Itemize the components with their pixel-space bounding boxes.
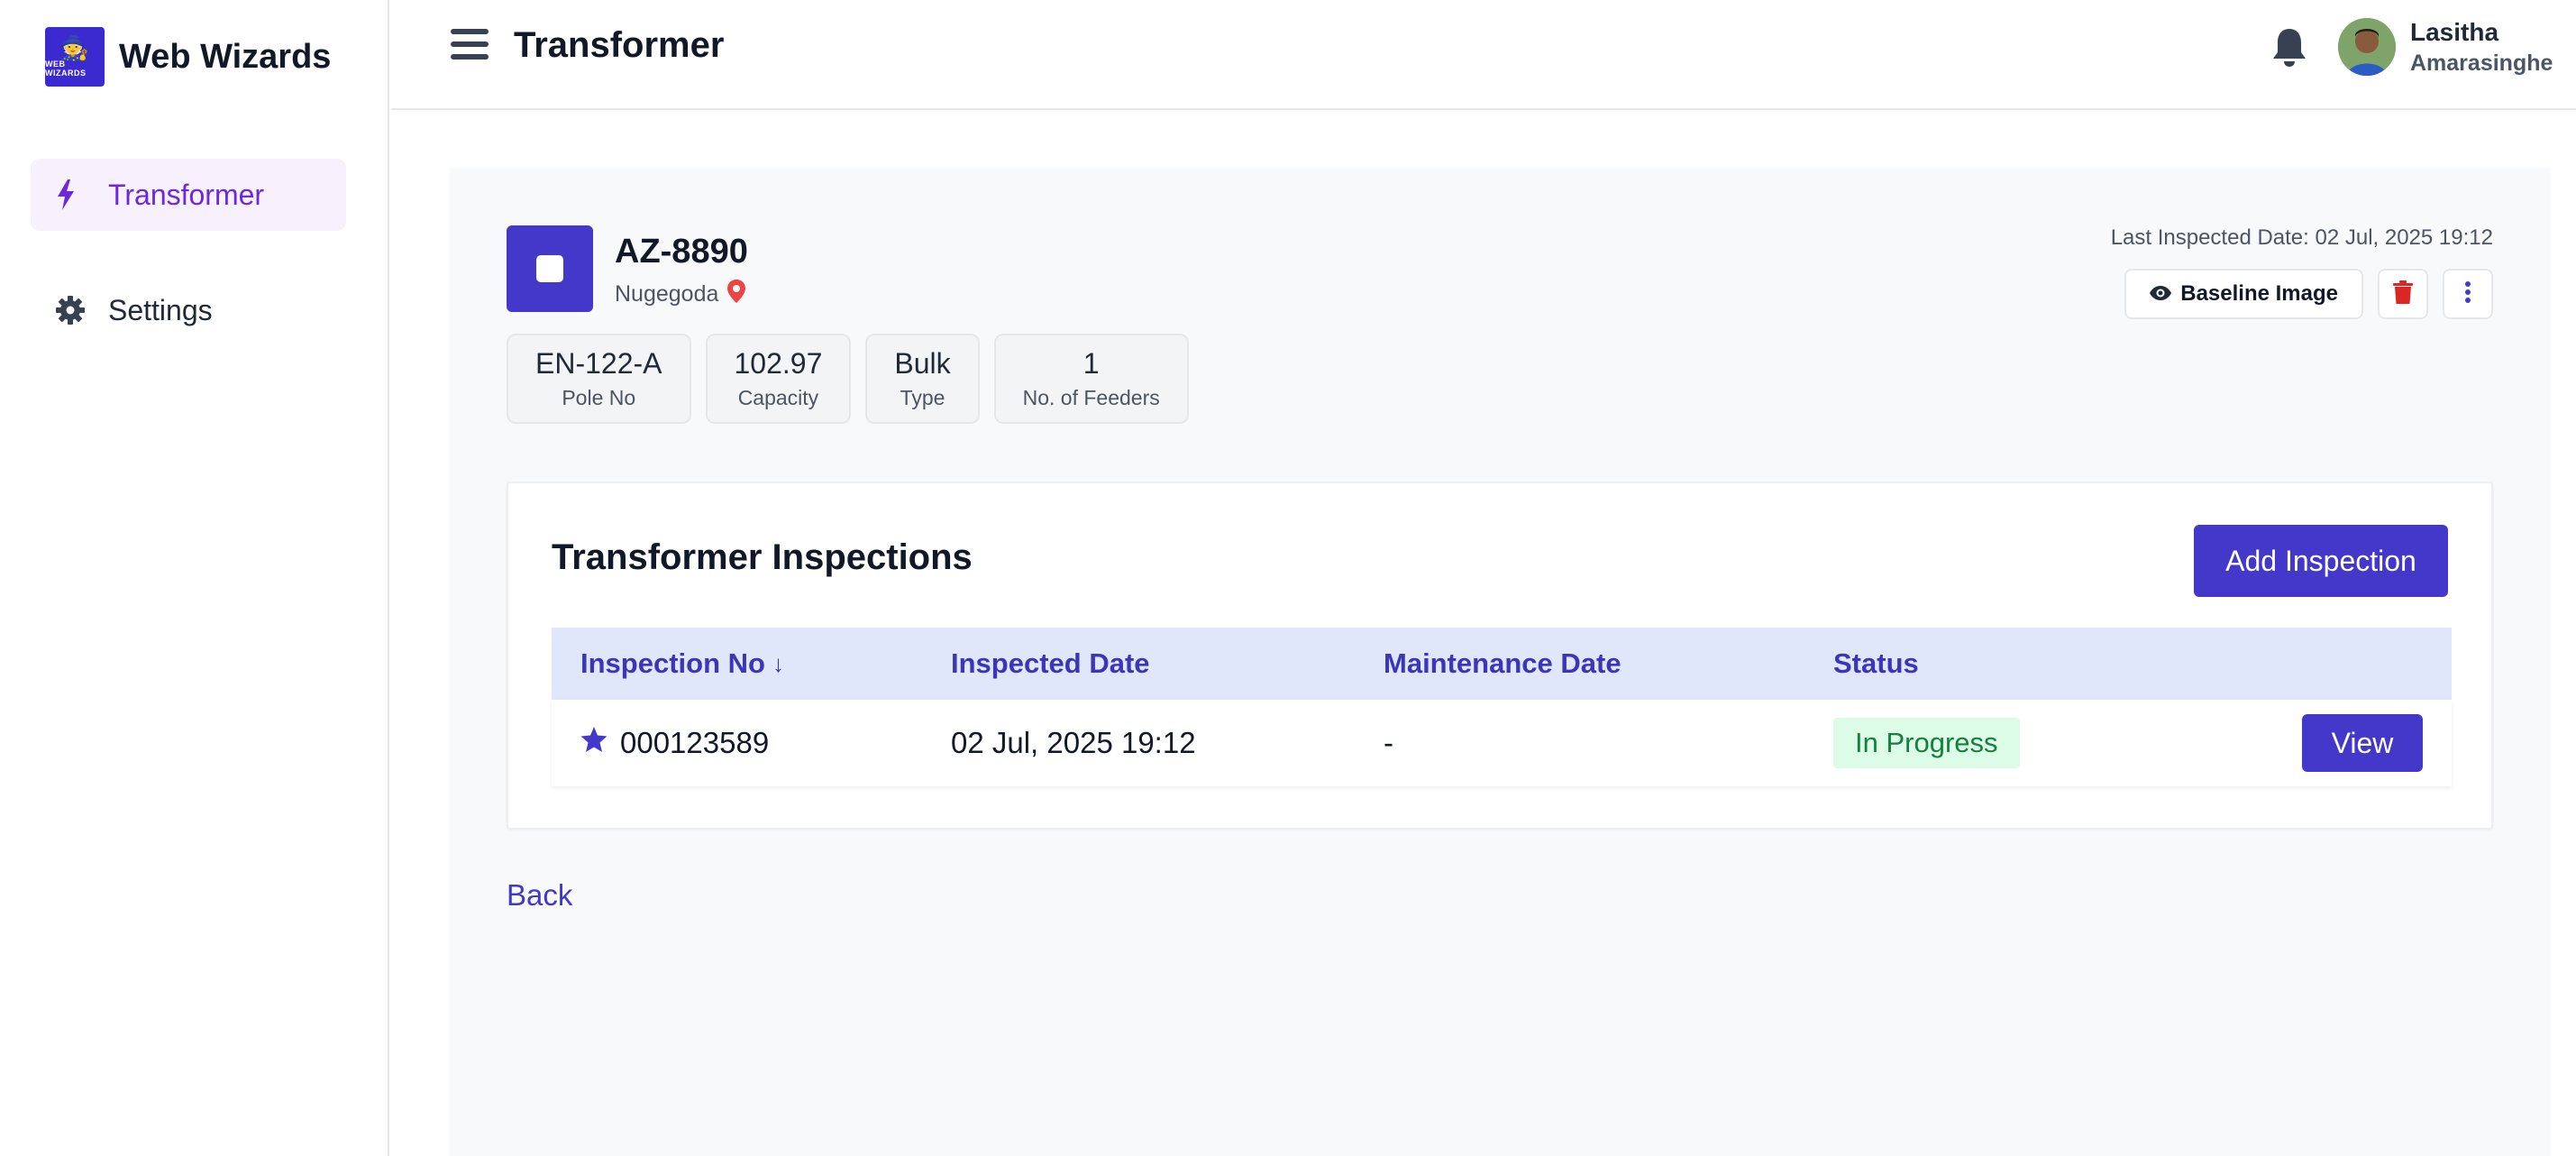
- bolt-icon: [56, 179, 88, 210]
- top-header: Transformer Lasitha Amarasinghe: [391, 0, 2576, 110]
- stat-label: Type: [900, 386, 945, 409]
- column-label: Inspection No: [580, 647, 765, 679]
- view-button[interactable]: View: [2302, 714, 2423, 772]
- status-badge: In Progress: [1833, 718, 2020, 768]
- stat-value: 1: [1082, 347, 1100, 380]
- transformer-stats: EN-122-A Pole No 102.97 Capacity Bulk Ty…: [507, 334, 1203, 424]
- sidebar-item-label: Settings: [108, 293, 213, 326]
- stat-value: EN-122-A: [535, 347, 662, 380]
- brand-name: Web Wizards: [119, 37, 332, 76]
- baseline-image-button[interactable]: Baseline Image: [2124, 269, 2363, 319]
- sidebar: 🧙 WEB WIZARDS Web Wizards Transformer Se…: [0, 0, 389, 1156]
- column-inspection-no[interactable]: Inspection No ↓: [552, 647, 951, 680]
- add-inspection-button[interactable]: Add Inspection: [2194, 525, 2448, 597]
- sort-down-icon: ↓: [772, 649, 784, 677]
- brand-logo: 🧙 WEB WIZARDS: [45, 27, 105, 87]
- avatar[interactable]: [2338, 18, 2396, 76]
- stat-type: Bulk Type: [865, 334, 980, 424]
- stat-label: Pole No: [562, 386, 636, 409]
- location-text: Nugegoda: [615, 281, 719, 307]
- stat-value: Bulk: [894, 347, 951, 380]
- menu-icon[interactable]: [451, 29, 489, 65]
- transformer-actions: Baseline Image: [2124, 269, 2493, 319]
- map-pin-icon: [718, 280, 746, 309]
- stat-capacity: 102.97 Capacity: [705, 334, 852, 424]
- brand-logo-text: WEB WIZARDS: [45, 60, 87, 78]
- inspections-table: Inspection No ↓ Inspected Date Maintenan…: [552, 628, 2452, 786]
- wizard-icon: 🧙: [59, 34, 90, 61]
- table-row: 000123589 02 Jul, 2025 19:12 - In Progre…: [552, 700, 2452, 786]
- user-last-name: Amarasinghe: [2410, 50, 2553, 76]
- cell-maintenance-date: -: [1384, 726, 1393, 759]
- stat-pole-no: EN-122-A Pole No: [507, 334, 691, 424]
- back-link[interactable]: Back: [507, 878, 572, 913]
- cell-status: In Progress View: [1833, 714, 2452, 772]
- column-status: Status: [1833, 647, 2452, 680]
- last-inspected-date: Last Inspected Date: 02 Jul, 2025 19:12: [2110, 225, 2493, 250]
- inspections-card: Transformer Inspections Add Inspection I…: [507, 482, 2493, 830]
- stat-label: Capacity: [737, 386, 819, 409]
- column-maintenance-date: Maintenance Date: [1384, 647, 1621, 679]
- cell-inspected-date: 02 Jul, 2025 19:12: [951, 726, 1196, 759]
- bell-icon[interactable]: [2270, 25, 2309, 69]
- main-content: AZ-8890 Nugegoda EN-122-A Pole No 102.97…: [449, 168, 2551, 1156]
- column-inspected-date: Inspected Date: [951, 647, 1150, 679]
- eye-icon: [2150, 281, 2180, 307]
- page-title: Transformer: [514, 25, 725, 65]
- stat-value: 102.97: [734, 347, 823, 380]
- gear-icon: [56, 296, 88, 325]
- transformer-icon: [507, 225, 593, 312]
- more-options-button[interactable]: [2443, 269, 2493, 319]
- delete-button[interactable]: [2378, 269, 2428, 319]
- cell-inspection-no: 000123589: [552, 726, 951, 760]
- brand[interactable]: 🧙 WEB WIZARDS Web Wizards: [45, 27, 331, 87]
- transformer-id: AZ-8890: [615, 233, 748, 271]
- user-first-name: Lasitha: [2410, 18, 2499, 46]
- stat-label: No. of Feeders: [1022, 386, 1160, 409]
- inspections-title: Transformer Inspections: [552, 537, 973, 577]
- baseline-image-label: Baseline Image: [2180, 281, 2338, 306]
- stat-feeders: 1 No. of Feeders: [993, 334, 1189, 424]
- sidebar-item-transformer[interactable]: Transformer: [31, 159, 346, 231]
- table-header: Inspection No ↓ Inspected Date Maintenan…: [552, 628, 2452, 700]
- star-icon[interactable]: [580, 726, 607, 760]
- trash-icon: [2393, 280, 2413, 308]
- sidebar-item-settings[interactable]: Settings: [31, 274, 346, 346]
- sidebar-item-label: Transformer: [108, 178, 265, 211]
- kebab-menu-icon: [2464, 280, 2471, 308]
- transformer-location: Nugegoda: [615, 280, 746, 309]
- inspection-number: 000123589: [620, 726, 770, 759]
- column-label: Status: [1833, 647, 1919, 679]
